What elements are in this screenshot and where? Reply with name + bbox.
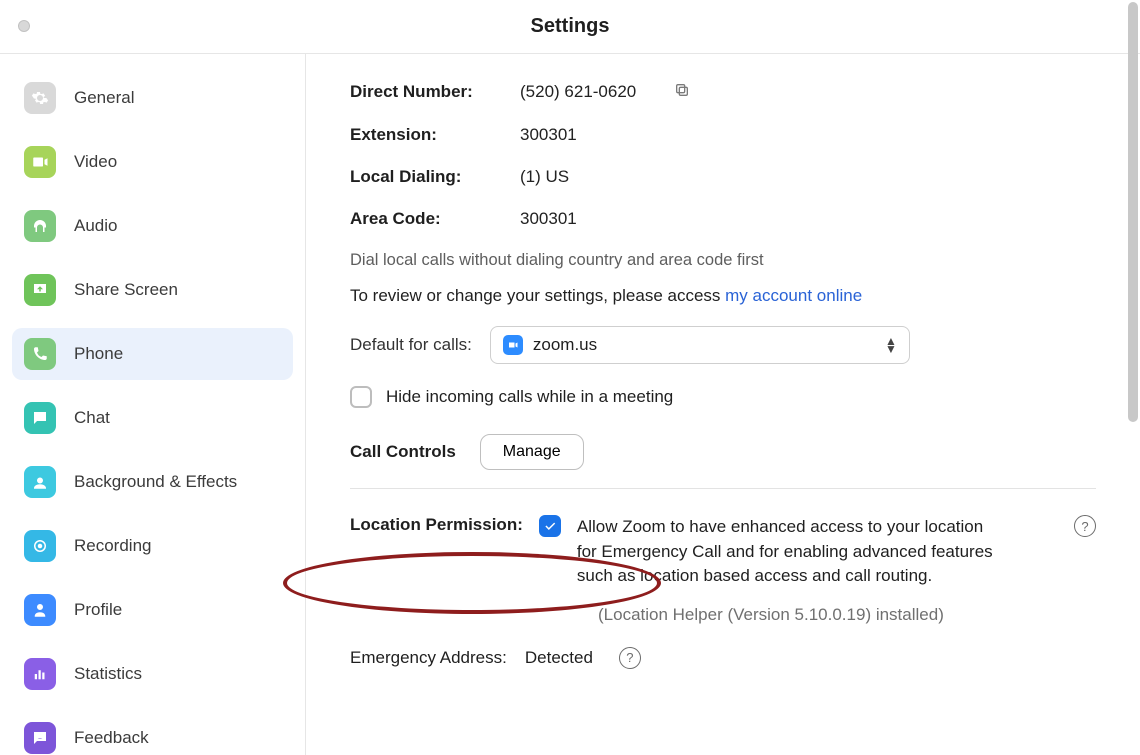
traffic-light-close[interactable] — [18, 20, 30, 32]
sidebar-item-share-screen[interactable]: Share Screen — [12, 264, 293, 316]
chevron-updown-icon: ▲▼ — [885, 337, 897, 353]
sidebar-item-label: Share Screen — [74, 280, 178, 300]
titlebar: Settings — [0, 0, 1140, 54]
gear-icon — [24, 82, 56, 114]
settings-content: Direct Number: (520) 621-0620 Extension:… — [306, 54, 1140, 755]
sidebar-item-label: Chat — [74, 408, 110, 428]
sidebar-item-chat[interactable]: Chat — [12, 392, 293, 444]
profile-icon — [24, 594, 56, 626]
sidebar-item-audio[interactable]: Audio — [12, 200, 293, 252]
help-icon[interactable]: ? — [1074, 515, 1096, 537]
window-title: Settings — [531, 15, 610, 38]
my-account-online-link[interactable]: my account online — [725, 286, 862, 305]
sidebar-item-label: Recording — [74, 536, 152, 556]
share-screen-icon — [24, 274, 56, 306]
headphones-icon — [24, 210, 56, 242]
emergency-address-value: Detected — [525, 648, 593, 668]
sidebar-item-video[interactable]: Video — [12, 136, 293, 188]
sidebar-item-profile[interactable]: Profile — [12, 584, 293, 636]
location-helper-installed: (Location Helper (Version 5.10.0.19) ins… — [598, 605, 1096, 625]
sidebar-item-label: Background & Effects — [74, 472, 237, 492]
scrollbar-thumb[interactable] — [1128, 2, 1138, 422]
phone-icon — [24, 338, 56, 370]
sidebar-item-label: Audio — [74, 216, 117, 236]
sidebar-item-label: Statistics — [74, 664, 142, 684]
area-code-label: Area Code: — [350, 209, 520, 229]
direct-number-value: (520) 621-0620 — [520, 82, 636, 102]
hide-incoming-checkbox[interactable] — [350, 386, 372, 408]
sidebar-item-label: Phone — [74, 344, 123, 364]
manage-button[interactable]: Manage — [480, 434, 584, 470]
extension-value: 300301 — [520, 125, 577, 145]
default-calls-value: zoom.us — [533, 335, 597, 355]
location-permission-label: Location Permission: — [350, 515, 523, 535]
sidebar-item-feedback[interactable]: Feedback — [12, 712, 293, 755]
window-traffic-lights[interactable] — [18, 20, 30, 32]
scrollbar[interactable] — [1126, 0, 1140, 755]
sidebar-item-recording[interactable]: Recording — [12, 520, 293, 572]
default-calls-select[interactable]: zoom.us ▲▼ — [490, 326, 910, 364]
direct-number-label: Direct Number: — [350, 82, 520, 102]
background-icon — [24, 466, 56, 498]
sidebar-item-label: General — [74, 88, 134, 108]
area-code-value: 300301 — [520, 209, 577, 229]
copy-icon[interactable] — [674, 82, 690, 103]
separator — [350, 488, 1096, 489]
recording-icon — [24, 530, 56, 562]
emergency-address-label: Emergency Address: — [350, 648, 507, 668]
call-controls-title: Call Controls — [350, 442, 456, 462]
zoom-app-icon — [503, 335, 523, 355]
statistics-icon — [24, 658, 56, 690]
review-line: To review or change your settings, pleas… — [350, 286, 1096, 306]
settings-sidebar: General Video Audio Share Screen Phone — [0, 54, 306, 755]
sidebar-item-general[interactable]: General — [12, 72, 293, 124]
location-permission-checkbox[interactable] — [539, 515, 561, 537]
feedback-icon — [24, 722, 56, 754]
sidebar-item-label: Video — [74, 152, 117, 172]
sidebar-item-phone[interactable]: Phone — [12, 328, 293, 380]
chat-icon — [24, 402, 56, 434]
sidebar-item-background-effects[interactable]: Background & Effects — [12, 456, 293, 508]
sidebar-item-statistics[interactable]: Statistics — [12, 648, 293, 700]
local-dialing-value: (1) US — [520, 167, 569, 187]
hide-incoming-label: Hide incoming calls while in a meeting — [386, 387, 673, 407]
default-calls-label: Default for calls: — [350, 335, 472, 355]
sidebar-item-label: Profile — [74, 600, 122, 620]
dial-hint: Dial local calls without dialing country… — [350, 251, 1096, 270]
location-permission-text: Allow Zoom to have enhanced access to yo… — [577, 515, 997, 589]
extension-label: Extension: — [350, 125, 520, 145]
sidebar-item-label: Feedback — [74, 728, 149, 748]
review-prefix: To review or change your settings, pleas… — [350, 286, 725, 305]
local-dialing-label: Local Dialing: — [350, 167, 520, 187]
help-icon[interactable]: ? — [619, 647, 641, 669]
video-icon — [24, 146, 56, 178]
